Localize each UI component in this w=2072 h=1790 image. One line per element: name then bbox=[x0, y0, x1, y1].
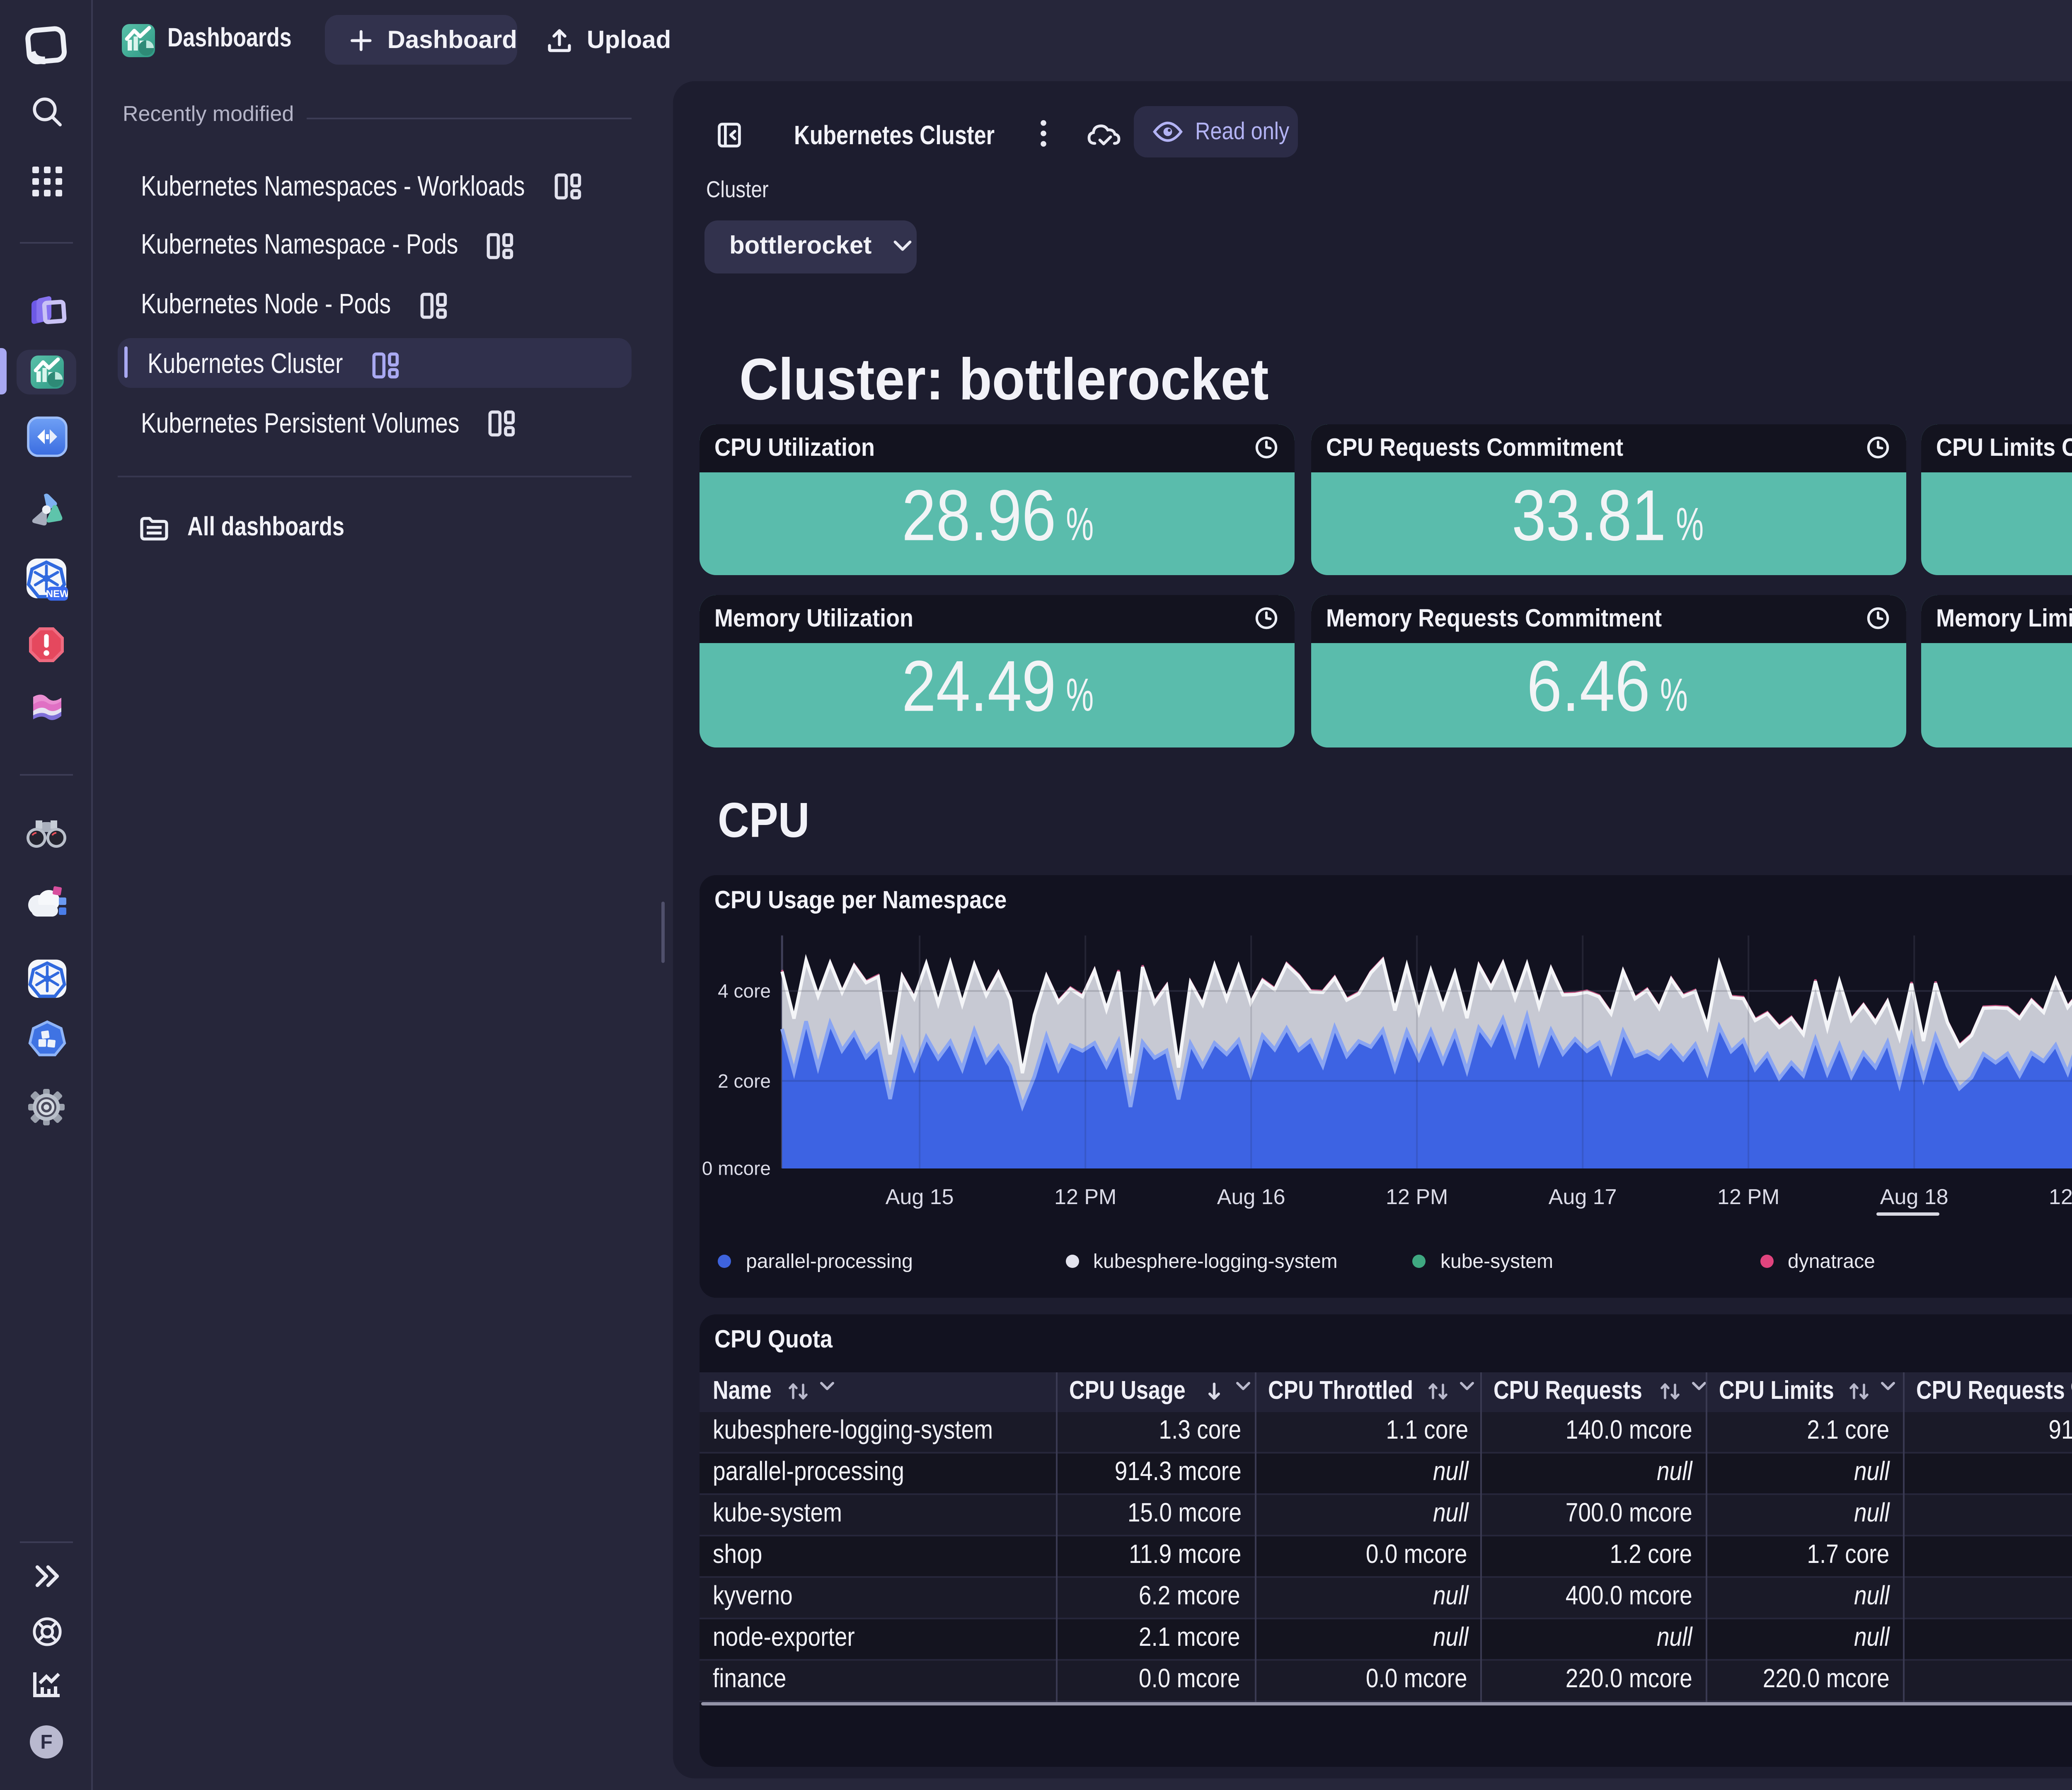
svg-text:0 mcore: 0 mcore bbox=[702, 1157, 771, 1178]
svg-text:Aug 17: Aug 17 bbox=[1549, 1184, 1617, 1208]
svg-text:12 PM: 12 PM bbox=[1717, 1184, 1779, 1208]
svg-text:28.96: 28.96 bbox=[901, 475, 1055, 555]
svg-text:33.81: 33.81 bbox=[1512, 475, 1666, 555]
svg-text:6.46: 6.46 bbox=[1527, 645, 1650, 726]
svg-text:%: % bbox=[1676, 498, 1704, 550]
svg-text:2 core: 2 core bbox=[718, 1069, 771, 1091]
svg-text:4 core: 4 core bbox=[718, 980, 771, 1001]
svg-text:Aug 16: Aug 16 bbox=[1217, 1184, 1285, 1208]
svg-text:24.49: 24.49 bbox=[901, 645, 1055, 726]
svg-text:NEW: NEW bbox=[46, 588, 68, 600]
svg-text:12 PM: 12 PM bbox=[2049, 1184, 2072, 1208]
svg-text:12 PM: 12 PM bbox=[1054, 1184, 1116, 1208]
svg-text:Aug 18: Aug 18 bbox=[1880, 1184, 1949, 1208]
svg-text:%: % bbox=[1065, 668, 1093, 720]
svg-text:Aug 15: Aug 15 bbox=[886, 1184, 954, 1208]
svg-text:%: % bbox=[1065, 498, 1093, 550]
svg-text:%: % bbox=[1660, 668, 1688, 720]
svg-text:12 PM: 12 PM bbox=[1386, 1184, 1448, 1208]
